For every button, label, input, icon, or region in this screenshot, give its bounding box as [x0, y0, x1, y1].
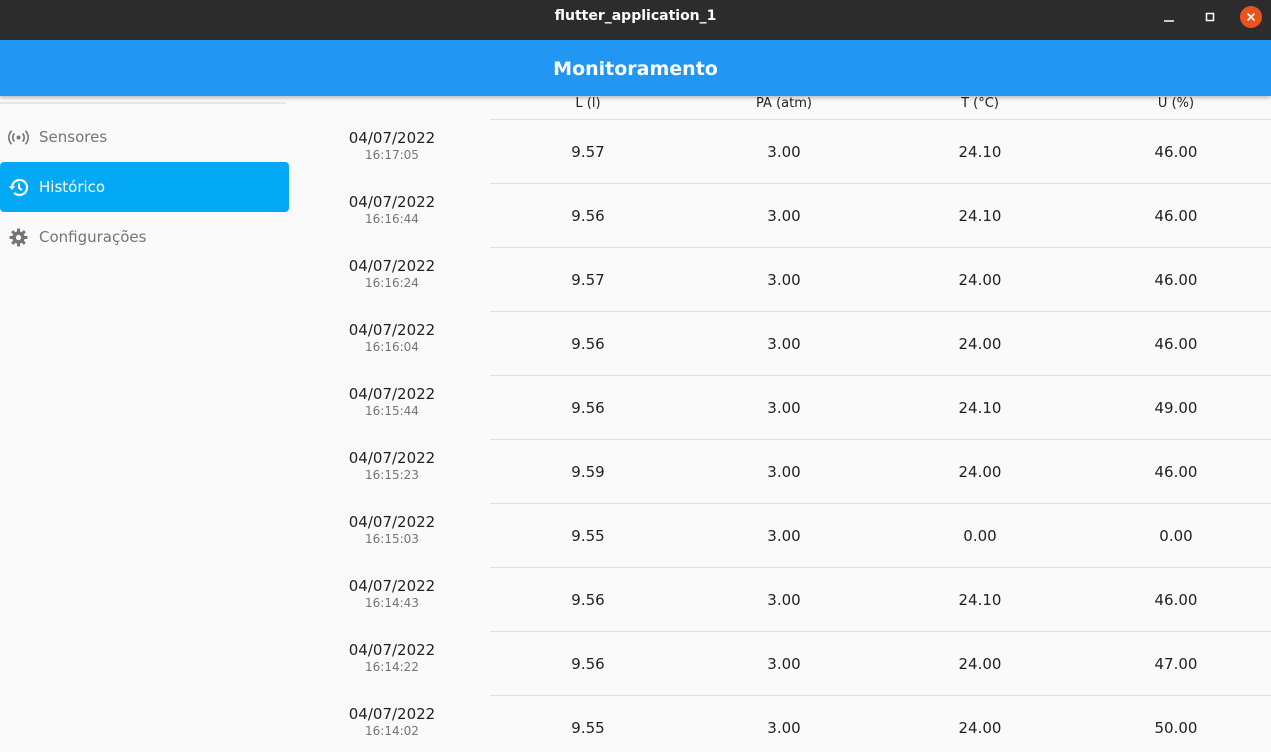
row-time: 16:17:05 — [365, 148, 419, 162]
cell-u: 46.00 — [1154, 207, 1198, 225]
cell-pa: 3.00 — [767, 271, 801, 289]
cell-pa: 3.00 — [767, 591, 801, 609]
cell-t: 24.10 — [958, 399, 1002, 417]
page-title: Monitoramento — [553, 58, 718, 80]
table-row: 04/07/2022 16:16:24 9.57 3.00 24.00 46.0… — [300, 248, 1271, 312]
sidebar-item-sensores[interactable]: Sensores — [0, 112, 289, 162]
column-header-u: U (%) — [1157, 96, 1195, 111]
cell-t: 24.10 — [958, 143, 1002, 161]
cell-pa: 3.00 — [767, 207, 801, 225]
table-row: 04/07/2022 16:16:44 9.56 3.00 24.10 46.0… — [300, 184, 1271, 248]
cell-pa: 3.00 — [767, 655, 801, 673]
cell-u: 50.00 — [1154, 719, 1198, 737]
sidebar-item-label: Configurações — [39, 228, 147, 246]
cell-u: 46.00 — [1154, 335, 1198, 353]
navigation-rail: Sensores Histórico Configurações — [0, 96, 300, 752]
table-row: 04/07/2022 16:14:22 9.56 3.00 24.00 47.0… — [300, 632, 1271, 696]
cell-pa: 3.00 — [767, 719, 801, 737]
row-date: 04/07/2022 — [348, 513, 436, 531]
cell-l: 9.56 — [571, 591, 605, 609]
cell-l: 9.56 — [571, 399, 605, 417]
table-row: 04/07/2022 16:17:05 9.57 3.00 24.10 46.0… — [300, 120, 1271, 184]
cell-u: 46.00 — [1154, 143, 1198, 161]
row-date: 04/07/2022 — [348, 321, 436, 339]
row-time: 16:16:04 — [365, 340, 419, 354]
cell-t: 24.00 — [958, 719, 1002, 737]
sidebar-item-label: Histórico — [39, 178, 106, 196]
table-row: 04/07/2022 16:14:02 9.55 3.00 24.00 50.0… — [300, 696, 1271, 752]
column-header-l: L (l) — [575, 96, 601, 111]
row-date: 04/07/2022 — [348, 257, 436, 275]
sidebar-item-historico[interactable]: Histórico — [0, 162, 289, 212]
settings-gear-icon — [8, 227, 29, 248]
row-time: 16:16:44 — [365, 212, 419, 226]
sidebar-item-label: Sensores — [39, 128, 108, 146]
cell-t: 24.00 — [958, 463, 1002, 481]
table-row: 04/07/2022 16:15:23 9.59 3.00 24.00 46.0… — [300, 440, 1271, 504]
row-date: 04/07/2022 — [348, 129, 436, 147]
window-title: flutter_application_1 — [554, 8, 717, 24]
cell-l: 9.56 — [571, 207, 605, 225]
cell-pa: 3.00 — [767, 335, 801, 353]
minimize-icon — [1164, 20, 1174, 22]
cell-pa: 3.00 — [767, 399, 801, 417]
cell-l: 9.55 — [571, 527, 605, 545]
table-row: 04/07/2022 16:14:43 9.56 3.00 24.10 46.0… — [300, 568, 1271, 632]
cell-l: 9.57 — [571, 143, 605, 161]
row-date: 04/07/2022 — [348, 577, 436, 595]
cell-pa: 3.00 — [767, 463, 801, 481]
window-titlebar: flutter_application_1 — [0, 0, 1271, 40]
sidebar-divider — [0, 102, 286, 104]
cell-t: 0.00 — [963, 527, 997, 545]
table-header: L (l) PA (atm) T (°C) U (%) — [300, 96, 1271, 120]
table-row: 04/07/2022 16:15:44 9.56 3.00 24.10 49.0… — [300, 376, 1271, 440]
column-header-t: T (°C) — [961, 96, 999, 111]
row-date: 04/07/2022 — [348, 641, 436, 659]
row-date: 04/07/2022 — [348, 705, 436, 723]
history-table: L (l) PA (atm) T (°C) U (%) 04/07/2022 1… — [300, 96, 1271, 752]
cell-u: 49.00 — [1154, 399, 1198, 417]
cell-t: 24.10 — [958, 207, 1002, 225]
minimize-button[interactable] — [1158, 6, 1180, 28]
column-header-pa: PA (atm) — [756, 96, 812, 111]
cell-l: 9.56 — [571, 335, 605, 353]
sidebar-item-configuracoes[interactable]: Configurações — [0, 212, 289, 262]
table-body: 04/07/2022 16:17:05 9.57 3.00 24.10 46.0… — [300, 120, 1271, 752]
row-date: 04/07/2022 — [348, 449, 436, 467]
cell-l: 9.55 — [571, 719, 605, 737]
maximize-icon — [1205, 12, 1215, 22]
row-time: 16:14:02 — [365, 724, 419, 738]
row-date: 04/07/2022 — [348, 385, 436, 403]
app-bar: Monitoramento — [0, 40, 1271, 96]
cell-t: 24.00 — [958, 271, 1002, 289]
cell-u: 0.00 — [1159, 527, 1193, 545]
cell-u: 46.00 — [1154, 271, 1198, 289]
row-time: 16:16:24 — [365, 276, 419, 290]
row-date: 04/07/2022 — [348, 193, 436, 211]
cell-t: 24.00 — [958, 655, 1002, 673]
cell-pa: 3.00 — [767, 143, 801, 161]
history-icon — [8, 177, 29, 198]
cell-l: 9.57 — [571, 271, 605, 289]
cell-u: 46.00 — [1154, 591, 1198, 609]
row-time: 16:15:44 — [365, 404, 419, 418]
sensors-icon — [8, 127, 29, 148]
cell-t: 24.00 — [958, 335, 1002, 353]
row-time: 16:14:22 — [365, 660, 419, 674]
table-row: 04/07/2022 16:16:04 9.56 3.00 24.00 46.0… — [300, 312, 1271, 376]
cell-pa: 3.00 — [767, 527, 801, 545]
cell-t: 24.10 — [958, 591, 1002, 609]
maximize-button[interactable] — [1199, 6, 1221, 28]
close-button[interactable] — [1240, 6, 1262, 28]
row-time: 16:15:23 — [365, 468, 419, 482]
cell-l: 9.59 — [571, 463, 605, 481]
table-row: 04/07/2022 16:15:03 9.55 3.00 0.00 0.00 — [300, 504, 1271, 568]
row-time: 16:14:43 — [365, 596, 419, 610]
row-time: 16:15:03 — [365, 532, 419, 546]
cell-u: 47.00 — [1154, 655, 1198, 673]
close-icon — [1246, 12, 1256, 22]
cell-u: 46.00 — [1154, 463, 1198, 481]
cell-l: 9.56 — [571, 655, 605, 673]
